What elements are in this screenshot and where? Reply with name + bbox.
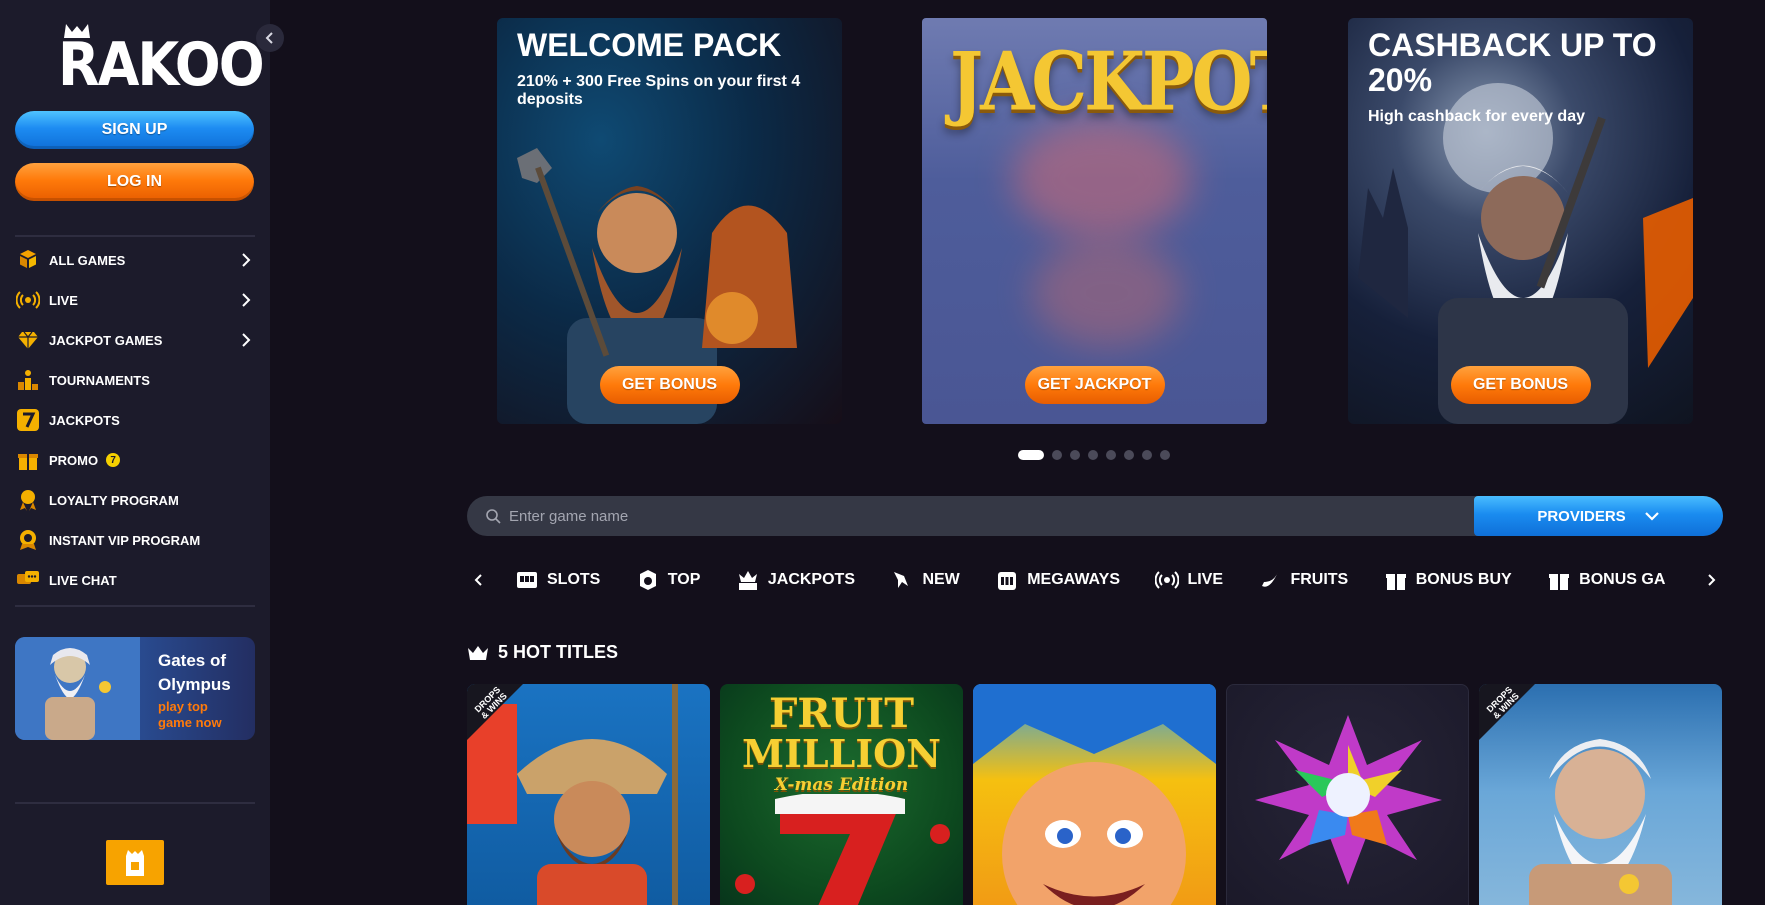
gift-icon xyxy=(1549,574,1570,590)
category-bar: SLOTS TOP JACKPOTS NEW MEGAWAYS LIVE FRU… xyxy=(467,560,1723,600)
carousel-dot[interactable] xyxy=(1160,450,1170,460)
zeus-art-icon xyxy=(15,637,140,740)
chevron-down-icon xyxy=(1644,512,1659,521)
cube-stack-icon xyxy=(15,247,41,273)
gift-icon xyxy=(15,447,41,473)
broadcast-icon xyxy=(1155,571,1180,589)
carousel-dot[interactable] xyxy=(1124,450,1134,460)
jester-art-icon xyxy=(973,684,1216,905)
sidebar-item-instant-vip-program[interactable]: INSTANT VIP PROGRAM xyxy=(15,520,255,560)
chevron-left-icon xyxy=(265,32,273,44)
chevron-right-icon xyxy=(242,333,251,347)
promo-card-subtitle: play top game now xyxy=(158,699,222,730)
chat-icon xyxy=(15,567,41,593)
sidebar-divider xyxy=(15,605,255,607)
log-in-button[interactable]: LOG IN xyxy=(15,163,254,201)
sidebar-item-loyalty-program[interactable]: LOYALTY PROGRAM xyxy=(15,480,255,520)
starburst-gem-icon xyxy=(1255,715,1442,885)
sidebar-item-tournaments[interactable]: TOURNAMENTS xyxy=(15,360,255,400)
chevron-right-icon xyxy=(242,293,251,307)
cashback-banner[interactable]: CASHBACK UP TO 20% High cashback for eve… xyxy=(1348,18,1693,424)
carousel-dot[interactable] xyxy=(1088,450,1098,460)
get-bonus-button[interactable]: GET BONUS xyxy=(1450,366,1591,404)
diamond-icon xyxy=(15,327,41,353)
promo-card-title: Gates of Olympus xyxy=(158,651,231,694)
category-bonus-buy[interactable]: BONUS BUY xyxy=(1384,560,1512,600)
jackpot-crown-icon xyxy=(738,571,757,590)
crown-icon xyxy=(468,645,488,660)
category-fruits[interactable]: FRUITS xyxy=(1258,560,1348,600)
slot-machine-icon xyxy=(517,572,537,588)
get-bonus-button[interactable]: GET BONUS xyxy=(599,366,740,404)
top-badge-icon xyxy=(639,570,656,590)
banana-icon xyxy=(1262,572,1279,587)
sidebar-divider xyxy=(15,235,255,237)
vip-badge-icon xyxy=(15,527,41,553)
game-tile-fruit-million[interactable]: FRUIT MILLION X-mas Edition xyxy=(720,684,963,905)
chevron-right-icon xyxy=(1708,574,1716,586)
ribbon-medal-icon xyxy=(15,487,41,513)
game-tile-big-bass[interactable]: DROPS & WINS xyxy=(467,684,710,905)
category-top[interactable]: TOP xyxy=(636,560,700,600)
category-live[interactable]: LIVE xyxy=(1155,560,1223,600)
rocket-icon xyxy=(894,572,909,588)
carousel-dot[interactable] xyxy=(1052,450,1062,460)
broadcast-icon xyxy=(15,287,41,313)
collapse-sidebar-button[interactable] xyxy=(256,24,284,52)
sidebar-item-promo[interactable]: PROMO 7 xyxy=(15,440,255,480)
providers-dropdown[interactable]: PROVIDERS xyxy=(1474,496,1723,536)
mascot-icon xyxy=(126,849,144,876)
category-new[interactable]: NEW xyxy=(890,560,960,600)
category-bonus-games[interactable]: BONUS GA xyxy=(1547,560,1665,600)
gates-of-olympus-promo-card[interactable]: Gates of Olympus play top game now xyxy=(15,637,255,740)
game-tile-starburst[interactable] xyxy=(1226,684,1469,905)
get-jackpot-button[interactable]: GET JACKPOT xyxy=(1024,366,1165,404)
category-prev-button[interactable] xyxy=(467,568,491,592)
category-next-button[interactable] xyxy=(1699,568,1723,592)
carousel-dot[interactable] xyxy=(1070,450,1080,460)
drops-and-wins-ribbon: DROPS & WINS xyxy=(467,684,523,740)
hot-titles-heading: 5 HOT TITLES xyxy=(467,642,618,663)
carousel-dot[interactable] xyxy=(1018,450,1044,460)
category-jackpots[interactable]: JACKPOTS xyxy=(736,560,855,600)
game-tile-jester[interactable] xyxy=(973,684,1216,905)
podium-icon xyxy=(15,367,41,393)
seven-icon xyxy=(15,407,41,433)
rakoo-logo[interactable]: RAKOO xyxy=(58,22,265,94)
jackpot-banner[interactable]: JACKPOT GET JACKPOT xyxy=(922,18,1267,424)
chevron-left-icon xyxy=(474,574,482,586)
carousel-dot[interactable] xyxy=(1142,450,1152,460)
sign-up-button[interactable]: SIGN UP xyxy=(15,111,254,149)
sidebar-item-jackpot-games[interactable]: JACKPOT GAMES xyxy=(15,320,255,360)
welcome-pack-banner[interactable]: WELCOME PACK 210% + 300 Free Spins on yo… xyxy=(497,18,842,424)
category-list: SLOTS TOP JACKPOTS NEW MEGAWAYS LIVE FRU… xyxy=(515,560,1690,600)
blur-blob xyxy=(1032,238,1182,348)
game-search-bar: PROVIDERS xyxy=(467,496,1723,536)
category-slots[interactable]: SLOTS xyxy=(515,560,600,600)
sidebar-item-jackpots[interactable]: JACKPOTS xyxy=(15,400,255,440)
category-megaways[interactable]: MEGAWAYS xyxy=(995,560,1120,600)
sidebar-item-all-games[interactable]: ALL GAMES xyxy=(15,240,255,280)
search-input[interactable] xyxy=(509,496,1409,536)
carousel-dot[interactable] xyxy=(1106,450,1116,460)
sidebar: RAKOO SIGN UP LOG IN ALL GAMES LIVE JACK… xyxy=(0,0,270,905)
gift-icon xyxy=(1385,574,1406,590)
megaways-icon xyxy=(998,572,1017,590)
game-tile-gates-of-olympus[interactable]: DROPS & WINS xyxy=(1479,684,1722,905)
sidebar-item-live[interactable]: LIVE xyxy=(15,280,255,320)
rakoo-mascot-logo[interactable] xyxy=(106,840,164,885)
drops-and-wins-ribbon: DROPS & WINS xyxy=(1479,684,1535,740)
promo-count-badge: 7 xyxy=(106,453,121,467)
cashback-title: CASHBACK UP TO 20% xyxy=(1368,27,1657,98)
fruit-million-title: FRUIT MILLION X-mas Edition xyxy=(742,690,941,796)
sidebar-item-live-chat[interactable]: LIVE CHAT xyxy=(15,560,255,600)
chevron-right-icon xyxy=(242,253,251,267)
carousel-dots xyxy=(1018,450,1170,460)
red-seven-icon xyxy=(735,794,950,905)
blur-blob xyxy=(1012,118,1192,238)
sidebar-divider xyxy=(15,802,255,804)
search-icon xyxy=(486,509,501,524)
sidebar-nav: ALL GAMES LIVE JACKPOT GAMES TOURNAMENTS xyxy=(15,240,255,600)
